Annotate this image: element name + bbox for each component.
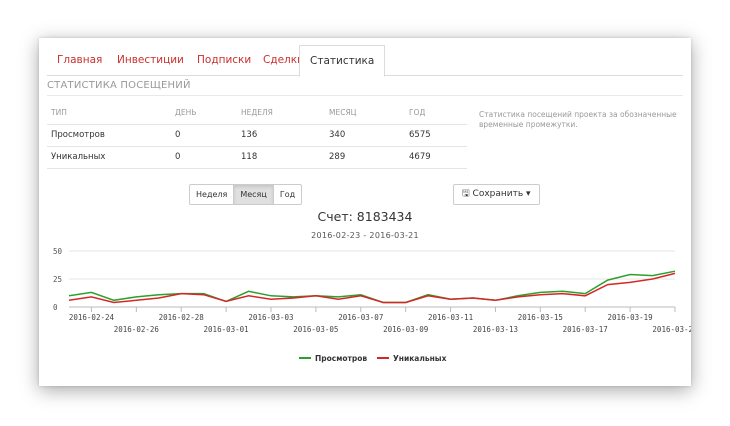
col-header-month: МЕСЯЦ bbox=[329, 108, 357, 117]
x-tick-label: 2016-03-03 bbox=[248, 313, 293, 322]
x-tick-label: 2016-03-09 bbox=[383, 325, 428, 334]
y-tick-label: 25 bbox=[53, 275, 62, 284]
x-tick-label: 2016-03-13 bbox=[473, 325, 518, 334]
cell-week: 136 bbox=[241, 130, 258, 140]
x-tick-label: 2016-03-17 bbox=[563, 325, 608, 334]
table-row: Просмотров 0 136 340 6575 bbox=[47, 124, 467, 146]
week-button[interactable]: Неделя bbox=[190, 185, 235, 204]
cell-type: Уникальных bbox=[51, 152, 106, 162]
y-tick-label: 50 bbox=[53, 247, 63, 256]
cell-month: 340 bbox=[329, 130, 346, 140]
col-header-day: ДЕНЬ bbox=[175, 108, 197, 117]
cell-day: 0 bbox=[175, 130, 181, 140]
tab-home[interactable]: Главная bbox=[47, 45, 112, 75]
x-tick-label: 2016-03-11 bbox=[428, 313, 473, 322]
stats-note: Статистика посещений проекта за обозначе… bbox=[479, 110, 677, 129]
tab-statistics[interactable]: Статистика bbox=[299, 45, 386, 77]
caret-down-icon: ▾ bbox=[526, 189, 531, 199]
x-tick-label: 2016-03-01 bbox=[204, 325, 249, 334]
tab-investments[interactable]: Инвестиции bbox=[107, 45, 194, 75]
col-header-type: ТИП bbox=[51, 108, 67, 117]
x-tick-label: 2016-03-07 bbox=[338, 313, 383, 322]
line-chart: 025502016-02-24 2016-02-28 2016-03-03 2016-… bbox=[53, 247, 691, 363]
cell-month: 289 bbox=[329, 152, 346, 162]
save-dropdown-button[interactable]: 🖫 Сохранить ▾ bbox=[453, 184, 540, 205]
y-tick-label: 0 bbox=[53, 303, 58, 312]
tab-bar: Главная Инвестиции Подписки Сделки Стати… bbox=[47, 45, 683, 77]
table-bottom-border bbox=[47, 168, 467, 169]
cell-day: 0 bbox=[175, 152, 181, 162]
chart-subtitle: 2016-02-23 - 2016-03-21 bbox=[311, 231, 419, 240]
x-tick-label: 2016-03-21 bbox=[652, 325, 691, 334]
section-title: СТАТИСТИКА ПОСЕЩЕНИЙ bbox=[47, 80, 191, 91]
col-header-year: ГОД bbox=[409, 108, 426, 117]
period-button-group: Неделя Месяц Год bbox=[189, 184, 303, 205]
floppy-icon: 🖫 bbox=[462, 189, 470, 199]
section-divider bbox=[47, 95, 683, 96]
save-label: Сохранить bbox=[472, 189, 524, 199]
x-tick-label: 2016-02-24 bbox=[69, 313, 115, 322]
cell-type: Просмотров bbox=[51, 130, 105, 140]
chart-title: Счет: 8183434 bbox=[317, 209, 413, 224]
x-tick-label: 2016-03-05 bbox=[293, 325, 338, 334]
month-button[interactable]: Месяц bbox=[234, 185, 274, 204]
col-header-week: НЕДЕЛЯ bbox=[241, 108, 273, 117]
legend-label: Уникальных bbox=[393, 354, 447, 363]
statistics-card: Главная Инвестиции Подписки Сделки Стати… bbox=[39, 38, 691, 386]
cell-year: 4679 bbox=[409, 152, 431, 162]
x-tick-label: 2016-02-26 bbox=[114, 325, 160, 334]
cell-year: 6575 bbox=[409, 130, 431, 140]
x-tick-label: 2016-03-19 bbox=[608, 313, 653, 322]
cell-week: 118 bbox=[241, 152, 258, 162]
tab-subscriptions[interactable]: Подписки bbox=[187, 45, 261, 75]
legend-label: Просмотров bbox=[315, 354, 367, 363]
table-row: Уникальных 0 118 289 4679 bbox=[47, 146, 467, 168]
table-header-row: ТИП ДЕНЬ НЕДЕЛЯ МЕСЯЦ ГОД bbox=[47, 102, 467, 123]
year-button[interactable]: Год bbox=[274, 185, 301, 204]
x-tick-label: 2016-03-15 bbox=[518, 313, 563, 322]
x-tick-label: 2016-02-28 bbox=[159, 313, 205, 322]
